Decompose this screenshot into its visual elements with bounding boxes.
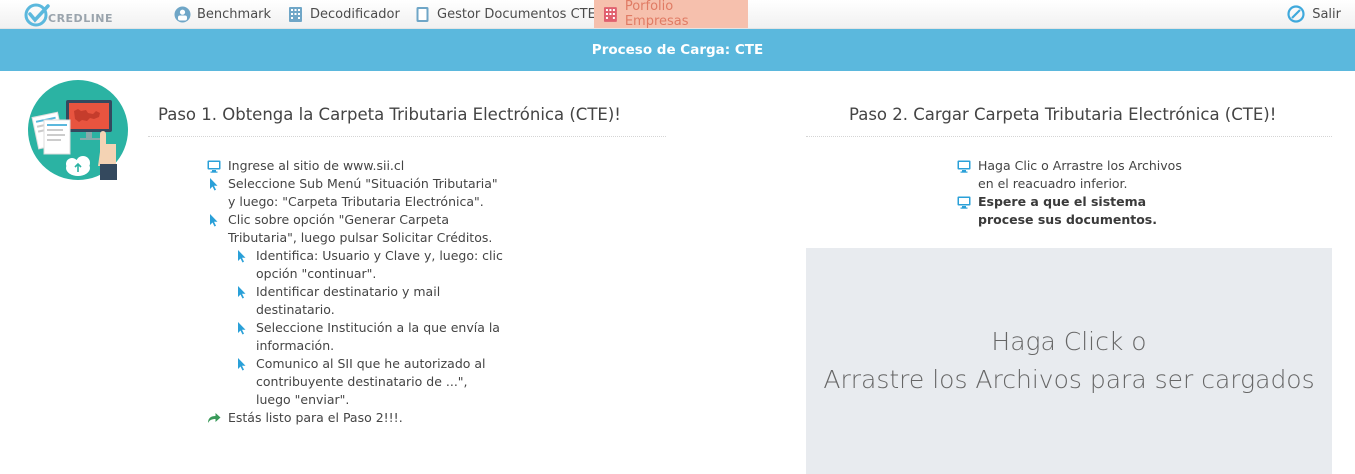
list-item-text: Seleccione Institución a la que envía la… xyxy=(256,320,500,353)
list-item: Clic sobre opción "Generar Carpeta Tribu… xyxy=(206,211,506,247)
user-chart-icon xyxy=(174,6,191,22)
building-icon xyxy=(289,6,302,22)
power-off-icon xyxy=(1287,5,1305,23)
cursor-icon xyxy=(210,177,218,190)
nav-item-label: Gestor Documentos CTE xyxy=(437,6,596,22)
check-logo-icon xyxy=(24,3,50,27)
list-item-text: Ingrese al sitio de www.sii.cl xyxy=(228,158,405,173)
upload-illustration-icon xyxy=(28,80,128,180)
list-item-text: Comunico al SII que he autorizado al con… xyxy=(256,356,486,407)
credline-logo[interactable]: CREDLINE xyxy=(24,3,113,27)
list-item-text: Haga Clic o Arrastre los Archivos en el … xyxy=(978,158,1182,191)
list-item: Haga Clic o Arrastre los Archivos en el … xyxy=(956,157,1216,193)
step1-title: Paso 1. Obtenga la Carpeta Tributaria El… xyxy=(158,105,621,124)
step1-instructions: Ingrese al sitio de www.sii.cl Seleccion… xyxy=(206,157,506,427)
step2-divider xyxy=(806,136,1332,137)
nav-item-gestor-documentos[interactable]: Gestor Documentos CTE xyxy=(406,0,604,28)
top-navbar: CREDLINE Benchmark Decodificador Gestor … xyxy=(0,0,1355,29)
share-arrow-icon xyxy=(208,413,221,423)
monitor-icon xyxy=(207,160,221,173)
dropzone-line2: Arrastre los Archivos para ser cargados xyxy=(823,365,1315,394)
step1-divider xyxy=(148,136,666,137)
list-item-text: Seleccione Sub Menú "Situación Tributari… xyxy=(228,176,498,209)
file-dropzone[interactable]: Haga Click o Arrastre los Archivos para … xyxy=(806,248,1332,474)
cursor-icon xyxy=(238,321,246,334)
monitor-icon xyxy=(957,160,971,173)
list-item: Estás listo para el Paso 2!!!. xyxy=(206,409,506,427)
page-title: Proceso de Carga: CTE xyxy=(591,42,764,58)
list-item-text: Estás listo para el Paso 2!!!. xyxy=(228,410,403,425)
cursor-icon xyxy=(238,285,246,298)
list-item: Seleccione Institución a la que envía la… xyxy=(206,319,506,355)
dropzone-line1: Haga Click o xyxy=(991,327,1147,356)
list-item: Espere a que el sistema procese sus docu… xyxy=(956,193,1216,229)
list-item-text: Identifica: Usuario y Clave y, luego: cl… xyxy=(256,248,503,281)
document-icon xyxy=(416,6,429,22)
page-title-banner: Proceso de Carga: CTE xyxy=(0,29,1355,71)
monitor-icon xyxy=(957,196,971,209)
logout-label: Salir xyxy=(1312,6,1341,22)
nav-item-label: Decodificador xyxy=(310,6,400,22)
list-item: Identificar destinatario y mail destinat… xyxy=(206,283,506,319)
nav-item-label: Porfolio Empresas xyxy=(624,0,689,29)
step2-title: Paso 2. Cargar Carpeta Tributaria Electr… xyxy=(849,105,1277,124)
list-item: Seleccione Sub Menú "Situación Tributari… xyxy=(206,175,506,211)
list-item: Identifica: Usuario y Clave y, luego: cl… xyxy=(206,247,506,283)
nav-item-label: Benchmark xyxy=(197,6,272,22)
step2-instructions: Haga Clic o Arrastre los Archivos en el … xyxy=(956,157,1216,229)
list-item-text: Identificar destinatario y mail destinat… xyxy=(256,284,441,317)
nav-item-decodificador[interactable]: Decodificador xyxy=(279,0,408,28)
cursor-icon xyxy=(210,213,218,226)
logo-text: CREDLINE xyxy=(48,11,114,25)
nav-item-benchmark[interactable]: Benchmark xyxy=(166,0,279,28)
cursor-icon xyxy=(238,249,246,262)
cursor-icon xyxy=(238,357,246,370)
list-item: Ingrese al sitio de www.sii.cl xyxy=(206,157,506,175)
building-icon xyxy=(603,6,617,22)
list-item: Comunico al SII que he autorizado al con… xyxy=(206,355,506,409)
logout-button[interactable]: Salir xyxy=(1279,0,1355,28)
list-item-text: Espere a que el sistema procese sus docu… xyxy=(978,194,1157,227)
nav-item-porfolio-empresas[interactable]: Porfolio Empresas xyxy=(594,0,748,29)
list-item-text: Clic sobre opción "Generar Carpeta Tribu… xyxy=(228,212,493,245)
